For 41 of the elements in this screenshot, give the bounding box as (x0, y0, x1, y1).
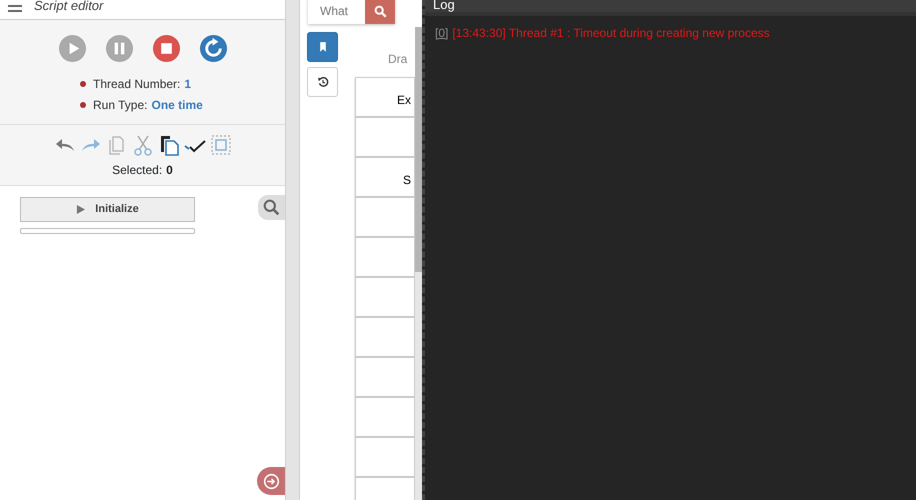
item-card[interactable] (355, 117, 415, 157)
bullet-icon (80, 102, 86, 108)
item-card[interactable] (355, 197, 415, 237)
initialize-button[interactable]: Initialize (20, 197, 195, 222)
selected-label: Selected: (112, 163, 162, 177)
selected-count: 0 (166, 163, 173, 177)
menu-icon[interactable] (8, 4, 22, 13)
section-heading: Dra (388, 51, 408, 68)
item-card[interactable]: Ex (355, 77, 415, 117)
panel-title: Script editor (34, 0, 104, 13)
scrollbar[interactable] (415, 27, 422, 500)
search-icon (263, 199, 280, 216)
search-button[interactable] (365, 0, 395, 24)
info-label: Thread Number: (93, 76, 180, 93)
log-message: [13:43:30] Thread #1 : Timeout during creating new process (452, 26, 770, 40)
history-icon (316, 75, 330, 89)
item-card[interactable] (355, 317, 415, 357)
bullet-icon (80, 81, 86, 87)
log-title: Log (425, 0, 916, 16)
item-card[interactable] (355, 237, 415, 277)
search-button[interactable] (258, 195, 285, 220)
info-value: 1 (184, 76, 192, 93)
scrollbar-thumb[interactable] (415, 27, 422, 272)
search-icon (374, 4, 386, 18)
item-card[interactable] (355, 397, 415, 437)
item-card[interactable] (355, 277, 415, 317)
scrollbar[interactable] (285, 0, 300, 500)
play-icon (76, 205, 86, 214)
log-index[interactable]: [0] (435, 26, 448, 40)
item-card[interactable] (355, 357, 415, 397)
exit-button[interactable] (257, 467, 285, 495)
stop-button[interactable] (152, 34, 180, 63)
item-card[interactable]: S (355, 157, 415, 197)
sign-in-icon (262, 472, 280, 490)
bookmark-button[interactable] (307, 32, 338, 62)
info-label: Run Type: (93, 97, 148, 114)
restart-button[interactable] (198, 34, 228, 63)
search-field[interactable]: What (308, 0, 365, 24)
history-button[interactable] (307, 67, 338, 97)
info-value: One time (151, 97, 203, 114)
item-card[interactable] (355, 437, 415, 477)
